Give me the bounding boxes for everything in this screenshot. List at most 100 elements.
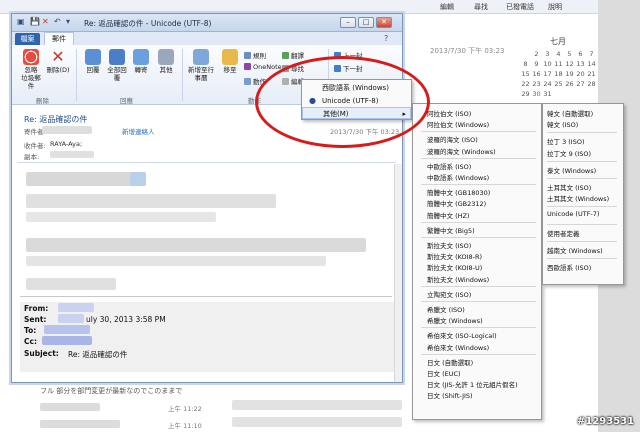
bg-tab[interactable]: 編輯 [440,2,454,12]
calendar-day[interactable]: 17 [542,70,553,78]
calendar-day[interactable]: 21 [586,70,597,78]
blurred-text [232,417,402,427]
encoding-option[interactable]: 越南文 (Windows) [547,245,603,255]
tab-message[interactable]: 郵件 [44,32,74,45]
translate-button[interactable]: 翻譯 [282,50,304,60]
delete-icon[interactable]: ✕ [42,17,49,26]
message-tab-label: 郵件 [52,35,66,43]
minimize-button[interactable]: – [340,17,356,28]
calendar-day[interactable]: 5 [564,50,575,58]
bg-tab[interactable]: 已撥電話 [506,2,534,12]
encoding-option[interactable]: 斯拉夫文 (Windows) [427,274,489,284]
qat-dropdown-icon[interactable]: ▾ [66,17,70,26]
calendar-day[interactable]: 14 [586,60,597,68]
calendar-day[interactable]: 27 [575,80,586,88]
calendar-day[interactable]: 28 [586,80,597,88]
add-to-calendar-button[interactable]: 新增至行事曆 [186,49,216,82]
more-respond-button[interactable]: 其他 [155,49,177,74]
encoding-option[interactable]: 中歐語系 (ISO) [427,161,471,171]
encoding-option[interactable]: 繁體中文 (Big5) [427,225,475,235]
menu-separator [547,132,617,134]
title-bar[interactable]: ▣ 💾 ✕ ↶ ▾ Re: 返品確認の件 - Unicode (UTF-8) –… [12,14,402,32]
add-contact-link[interactable]: 新增連絡人 [122,126,155,136]
encoding-option[interactable]: 使用者定義 [547,228,580,238]
calendar-day[interactable]: 7 [586,50,597,58]
encoding-option[interactable]: 簡體中文 (HZ) [427,210,469,220]
calendar-day[interactable]: 30 [531,90,542,98]
calendar-day[interactable]: 2 [531,50,542,58]
reply-all-button[interactable]: 全部回覆 [106,49,128,82]
encoding-option[interactable]: 希伯來文 (Windows) [427,342,489,352]
encoding-option[interactable]: 拉丁 3 (ISO) [547,136,585,146]
quoted-header: From: Sent: uly 30, 2013 3:58 PM To: Cc:… [20,302,398,372]
maximize-button[interactable]: □ [358,17,374,28]
forward-button[interactable]: 轉寄 [130,49,152,74]
encoding-option[interactable]: 波羅的海文 (Windows) [427,146,496,156]
encoding-option[interactable]: 拉丁文 9 (ISO) [547,148,591,158]
calendar-day[interactable]: 3 [542,50,553,58]
calendar-day[interactable]: 26 [564,80,575,88]
encoding-option[interactable]: 中歐語系 (Windows) [427,172,489,182]
onenote-button[interactable]: OneNote [244,63,282,71]
encoding-option[interactable]: 日文 (JIS-允許 1 位元組片假名) [427,379,518,389]
encoding-option[interactable]: 斯拉夫文 (KOI8-U) [427,262,482,272]
rules-button[interactable]: 規則 [244,50,266,60]
encoding-option[interactable]: 希臘文 (ISO) [427,304,465,314]
encoding-option[interactable]: 韓文 (ISO) [547,119,578,129]
calendar-day[interactable]: 22 [520,80,531,88]
encoding-option[interactable]: 波羅的海文 (ISO) [427,134,478,144]
encoding-option[interactable]: 日文 (EUC) [427,368,461,378]
delete-label: 刪除(D) [46,66,70,74]
calendar-day[interactable]: 8 [520,60,531,68]
message-scrollbar[interactable] [394,164,402,382]
calendar-day[interactable]: 31 [542,90,553,98]
calendar-day[interactable]: 25 [553,80,564,88]
bg-tab[interactable]: 說明 [548,2,562,12]
calendar-day[interactable]: 4 [553,50,564,58]
calendar-day[interactable]: 19 [564,70,575,78]
encoding-option[interactable]: 土耳其文 (Windows) [547,193,609,203]
ignore-button[interactable]: 忽略 垃圾郵件 [20,49,42,90]
encoding-option[interactable]: 斯拉夫文 (KOI8-R) [427,251,482,261]
save-icon[interactable]: 💾 [30,17,40,26]
encoding-option[interactable]: 簡體中文 (GB18030) [427,187,490,197]
tab-file[interactable]: 檔案 [15,33,40,45]
encoding-option[interactable]: 韓文 (自動選取) [547,108,593,118]
reply-button[interactable]: 回覆 [82,49,104,74]
delete-button[interactable]: ✕ 刪除(D) [45,49,71,75]
encoding-option[interactable]: 希臘文 (Windows) [427,315,483,325]
calendar-day[interactable]: 9 [531,60,542,68]
bg-tab[interactable]: 尋找 [474,2,488,12]
calendar-day[interactable]: 20 [575,70,586,78]
move-button[interactable]: 移至 [220,49,240,74]
encoding-option[interactable]: 希伯來文 (ISO-Logical) [427,330,497,340]
encoding-option[interactable]: 泰文 (Windows) [547,165,596,175]
calendar-day[interactable]: 13 [575,60,586,68]
calendar-day[interactable]: 29 [520,90,531,98]
calendar-day[interactable]: 18 [553,70,564,78]
calendar-day[interactable]: 12 [564,60,575,68]
close-button[interactable]: ✕ [376,17,392,28]
encoding-option[interactable]: 西歐語系 (ISO) [547,262,591,272]
encoding-option[interactable]: 土耳其文 (ISO) [547,182,591,192]
calendar-day[interactable]: 16 [531,70,542,78]
calendar-grid[interactable]: 2 3 4 5 6 7 8 9 10 11 12 13 14 15 16 17 18 19 20 21 22 23 24 25… [520,50,596,98]
calendar-day[interactable]: 6 [575,50,586,58]
undo-icon[interactable]: ↶ [54,17,61,26]
encoding-option[interactable]: 日文 (自動選取) [427,357,473,367]
calendar-day[interactable]: 24 [542,80,553,88]
encoding-option[interactable]: 斯拉夫文 (ISO) [427,240,471,250]
calendar-day[interactable]: 15 [520,70,531,78]
encoding-option[interactable]: 立陶宛文 (ISO) [427,289,471,299]
calendar-day[interactable]: 10 [542,60,553,68]
help-icon[interactable]: ? [384,34,388,43]
quoted-subject-value: Re: 返品確認の件 [68,350,128,359]
encoding-option[interactable]: 阿拉伯文 (Windows) [427,119,489,129]
junk-label: 垃圾郵件 [21,74,41,90]
calendar-day[interactable]: 11 [553,60,564,68]
encoding-option[interactable]: 日文 (Shift-JIS) [427,390,473,400]
calendar-day[interactable]: 23 [531,80,542,88]
encoding-option[interactable]: 阿拉伯文 (ISO) [427,108,471,118]
encoding-option[interactable]: Unicode (UTF-7) [547,210,599,218]
encoding-option[interactable]: 簡體中文 (GB2312) [427,198,486,208]
